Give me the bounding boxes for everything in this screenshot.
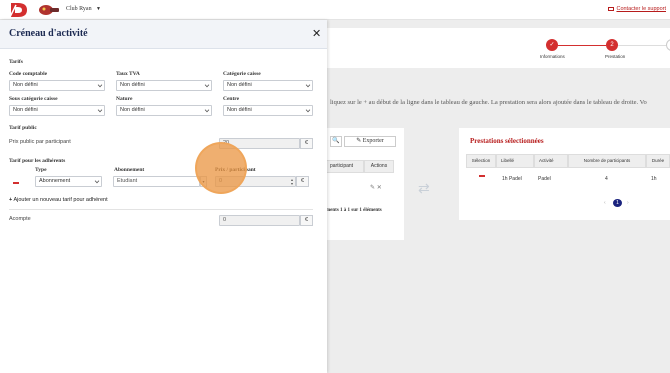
chevron-down-icon[interactable]: ▼ [96, 6, 101, 12]
pager-prev[interactable]: ‹ [604, 200, 606, 206]
pager-next[interactable]: › [627, 200, 629, 206]
chevron-down-icon [305, 82, 311, 88]
plus-icon: + [9, 197, 13, 203]
chevron-down-icon [204, 82, 210, 88]
currency-addon: € [300, 138, 313, 149]
sous-categorie-select[interactable]: Non défini [9, 105, 105, 116]
step-informations[interactable]: ✓ [546, 39, 558, 51]
transfer-arrows-icon: ⇄ [418, 180, 430, 196]
export-button[interactable]: ✎ Exporter [344, 136, 396, 147]
club-selector[interactable]: Club Ryan [66, 6, 92, 12]
remove-tarif-button[interactable] [13, 182, 19, 184]
edit-icon[interactable]: ✎ [370, 185, 375, 191]
instruction-text: liquez sur le + au début de la ligne dan… [330, 99, 647, 106]
click-indicator [195, 142, 247, 194]
sous-categorie-label: Sous catégorie caisse [9, 96, 58, 102]
delete-icon[interactable]: ✕ [377, 185, 382, 191]
prix-public-label: Prix public par participant [9, 139, 71, 145]
section-tarif-public: Tarif public [9, 125, 37, 131]
taux-tva-label: Taux TVA [116, 71, 140, 77]
nature-select[interactable]: Non défini [116, 105, 212, 116]
remove-row-button[interactable] [479, 175, 485, 177]
app-logo[interactable] [9, 2, 29, 18]
col-abonnement-header: Abonnement [114, 167, 145, 173]
chevron-down-icon [97, 82, 103, 88]
table-header: Sélection [466, 154, 496, 168]
step-label: Prestation [605, 54, 626, 59]
abonnement-input[interactable]: Etudiant [113, 176, 200, 187]
table-header: Actions [364, 160, 394, 173]
divider [9, 209, 313, 210]
currency-addon: € [300, 215, 313, 226]
taux-tva-value: Non défini [120, 82, 145, 88]
centre-label: Centre [223, 96, 240, 102]
row-duree: 1h [651, 176, 657, 182]
pager-page[interactable]: 1 [613, 199, 622, 207]
stepper-line [618, 44, 668, 46]
nature-label: Nature [116, 96, 133, 102]
categorie-caisse-label: Catégorie caisse [223, 71, 261, 77]
taux-tva-select[interactable]: Non défini [116, 80, 212, 91]
export-button-label: Exporter [362, 138, 384, 144]
categorie-caisse-value: Non défini [227, 82, 252, 88]
section-tarif-adherents: Tarif pour les adhérents [9, 158, 66, 164]
table-count: ments 1 à 1 sur 1 éléments [326, 208, 382, 213]
row-activite: Padel [538, 176, 551, 182]
step-label: Informations [540, 54, 565, 59]
chevron-down-icon [97, 107, 103, 113]
search-icon: 🔍 [332, 138, 340, 144]
club-logo [39, 5, 59, 15]
tarif-type-value: Abonnement [39, 178, 71, 184]
selected-prestations-title: Prestations sélectionnées [470, 137, 544, 145]
top-bar: Club Ryan ▼ Contacter le support [0, 0, 670, 20]
activity-slot-modal: Créneau d'activité ✕ Tarifs Code comptab… [0, 20, 327, 373]
tarif-type-select[interactable]: Abonnement [35, 176, 102, 187]
table-header: participant [326, 160, 364, 173]
mail-icon [608, 6, 615, 11]
table-header: Libellé [496, 154, 534, 168]
chevron-down-icon [305, 107, 311, 113]
support-link-label: Contacter le support [616, 6, 666, 12]
stepper-line [558, 44, 606, 46]
search-button[interactable]: 🔍 [330, 136, 342, 147]
stepper-arrows-icon[interactable]: ▴ ▾ [291, 178, 293, 186]
add-tarif-label: Ajouter un nouveau tarif pour adhérent [13, 197, 108, 203]
modal-title: Créneau d'activité [9, 28, 88, 39]
table-header: Durée [646, 154, 670, 168]
acompte-label: Acompte [9, 216, 31, 222]
centre-select[interactable]: Non défini [223, 105, 313, 116]
categorie-caisse-select[interactable]: Non défini [223, 80, 313, 91]
step-prestation[interactable]: 2 [606, 39, 618, 51]
table-header: Activité [534, 154, 568, 168]
chevron-down-icon [204, 107, 210, 113]
row-participants: 4 [605, 176, 608, 182]
close-icon[interactable]: ✕ [312, 29, 321, 40]
section-tarifs: Tarifs [9, 59, 23, 65]
code-comptable-select[interactable]: Non défini [9, 80, 105, 91]
stepper-card [326, 28, 670, 68]
currency-addon: € [296, 176, 309, 187]
code-comptable-label: Code comptable [9, 71, 48, 77]
table-header: Nombre de participants [568, 154, 646, 168]
acompte-input[interactable]: 0 [219, 215, 300, 226]
row-libelle: 1h Padel [502, 176, 522, 182]
col-type-header: Type [35, 167, 47, 173]
add-tarif-link[interactable]: + Ajouter un nouveau tarif pour adhérent [9, 197, 108, 203]
support-link[interactable]: Contacter le support [608, 6, 666, 12]
modal-header: Créneau d'activité ✕ [0, 20, 327, 49]
row-actions: ✎ ✕ [370, 184, 382, 191]
code-comptable-value: Non défini [13, 82, 38, 88]
chevron-down-icon [94, 178, 100, 184]
nature-value: Non défini [120, 107, 145, 113]
sous-categorie-value: Non défini [13, 107, 38, 113]
centre-value: Non défini [227, 107, 252, 113]
